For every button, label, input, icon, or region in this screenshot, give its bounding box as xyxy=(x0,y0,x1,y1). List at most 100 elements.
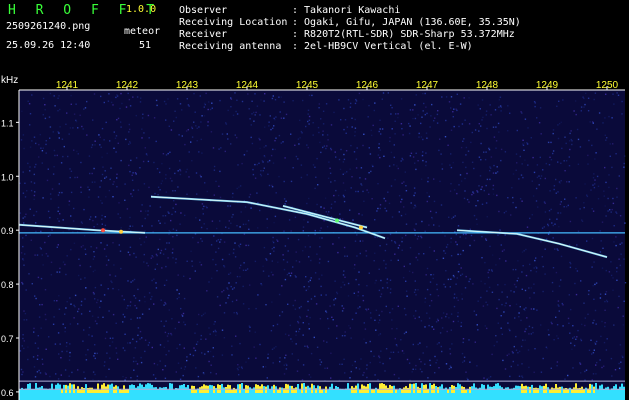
noise-dot xyxy=(64,330,66,333)
noise-dot xyxy=(184,323,186,326)
noise-dot xyxy=(168,125,170,127)
noise-dot xyxy=(308,323,310,325)
noise-dot xyxy=(305,289,307,292)
noise-dot xyxy=(351,126,353,128)
noise-dot xyxy=(571,143,573,146)
floor-bin xyxy=(75,389,77,393)
noise-dot xyxy=(550,159,553,161)
noise-dot xyxy=(155,282,157,284)
noise-dot xyxy=(338,237,340,239)
noise-dot xyxy=(284,203,286,205)
noise-dot xyxy=(49,216,51,219)
floor-bin xyxy=(475,387,477,393)
noise-dot xyxy=(363,371,365,374)
noise-dot xyxy=(236,275,239,278)
noise-dot xyxy=(499,229,501,231)
noise-dot xyxy=(271,248,273,250)
noise-dot xyxy=(221,258,224,261)
noise-dot xyxy=(179,160,181,162)
noise-dot xyxy=(37,276,40,279)
noise-dot xyxy=(53,300,56,302)
noise-dot xyxy=(254,260,257,263)
noise-dot xyxy=(306,202,308,205)
noise-dot xyxy=(149,205,151,207)
noise-dot xyxy=(372,124,374,127)
floor-bin xyxy=(301,383,303,393)
noise-dot xyxy=(499,105,502,107)
noise-dot xyxy=(394,241,396,243)
noise-dot xyxy=(449,353,452,355)
noise-dot xyxy=(401,240,403,243)
noise-dot xyxy=(221,133,224,135)
noise-dot xyxy=(146,154,148,156)
noise-dot xyxy=(269,253,272,255)
noise-dot xyxy=(78,308,80,310)
noise-dot xyxy=(38,143,40,146)
noise-dot xyxy=(325,211,327,213)
noise-dot xyxy=(549,156,551,158)
noise-dot xyxy=(284,357,286,359)
noise-dot xyxy=(172,228,175,230)
noise-dot xyxy=(367,191,370,194)
noise-dot xyxy=(226,287,228,289)
noise-dot xyxy=(309,246,311,248)
noise-dot xyxy=(558,122,561,125)
noise-dot xyxy=(558,100,560,102)
noise-dot xyxy=(455,233,457,236)
noise-dot xyxy=(538,122,541,124)
noise-dot xyxy=(332,243,334,245)
floor-bin xyxy=(81,387,83,393)
noise-dot xyxy=(478,185,480,187)
noise-dot xyxy=(238,244,240,247)
noise-dot xyxy=(485,238,487,240)
noise-dot xyxy=(133,357,135,359)
noise-dot xyxy=(205,205,207,208)
noise-dot xyxy=(349,377,351,379)
noise-dot xyxy=(201,203,204,205)
y-tick-label: 1.0 xyxy=(1,172,14,182)
noise-dot xyxy=(162,369,164,371)
noise-dot xyxy=(120,159,122,162)
noise-dot xyxy=(236,99,238,101)
noise-dot xyxy=(506,296,508,298)
floor-bin xyxy=(371,389,373,393)
noise-dot xyxy=(460,146,463,149)
noise-dot xyxy=(297,138,300,140)
floor-bin xyxy=(155,387,157,393)
noise-dot xyxy=(375,309,378,311)
noise-dot xyxy=(327,177,330,179)
noise-dot xyxy=(291,340,293,343)
noise-dot xyxy=(90,146,93,149)
x-tick-label: 1246 xyxy=(356,80,379,91)
noise-dot xyxy=(96,301,98,304)
echo-hotspot xyxy=(119,229,123,234)
noise-dot xyxy=(458,184,460,186)
noise-dot xyxy=(453,305,456,308)
noise-dot xyxy=(533,292,535,294)
noise-dot xyxy=(359,306,361,308)
noise-dot xyxy=(413,291,416,293)
noise-dot xyxy=(307,346,309,349)
noise-dot xyxy=(593,261,595,263)
noise-dot xyxy=(457,312,459,314)
noise-dot xyxy=(210,371,212,374)
noise-dot xyxy=(339,363,341,365)
noise-dot xyxy=(613,324,615,326)
noise-dot xyxy=(147,114,150,117)
noise-dot xyxy=(617,306,619,309)
noise-dot xyxy=(286,273,289,276)
noise-dot xyxy=(534,348,536,350)
noise-dot xyxy=(326,226,329,228)
noise-dot xyxy=(425,164,427,167)
noise-dot xyxy=(313,336,315,339)
noise-dot xyxy=(295,260,298,262)
noise-dot xyxy=(522,144,525,146)
noise-dot xyxy=(268,275,270,277)
noise-dot xyxy=(57,206,60,209)
noise-dot xyxy=(176,298,178,300)
floor-bin xyxy=(21,387,23,393)
x-tick-label: 1243 xyxy=(176,80,199,91)
noise-dot xyxy=(429,293,432,296)
noise-dot xyxy=(564,136,566,138)
noise-dot xyxy=(605,215,607,217)
